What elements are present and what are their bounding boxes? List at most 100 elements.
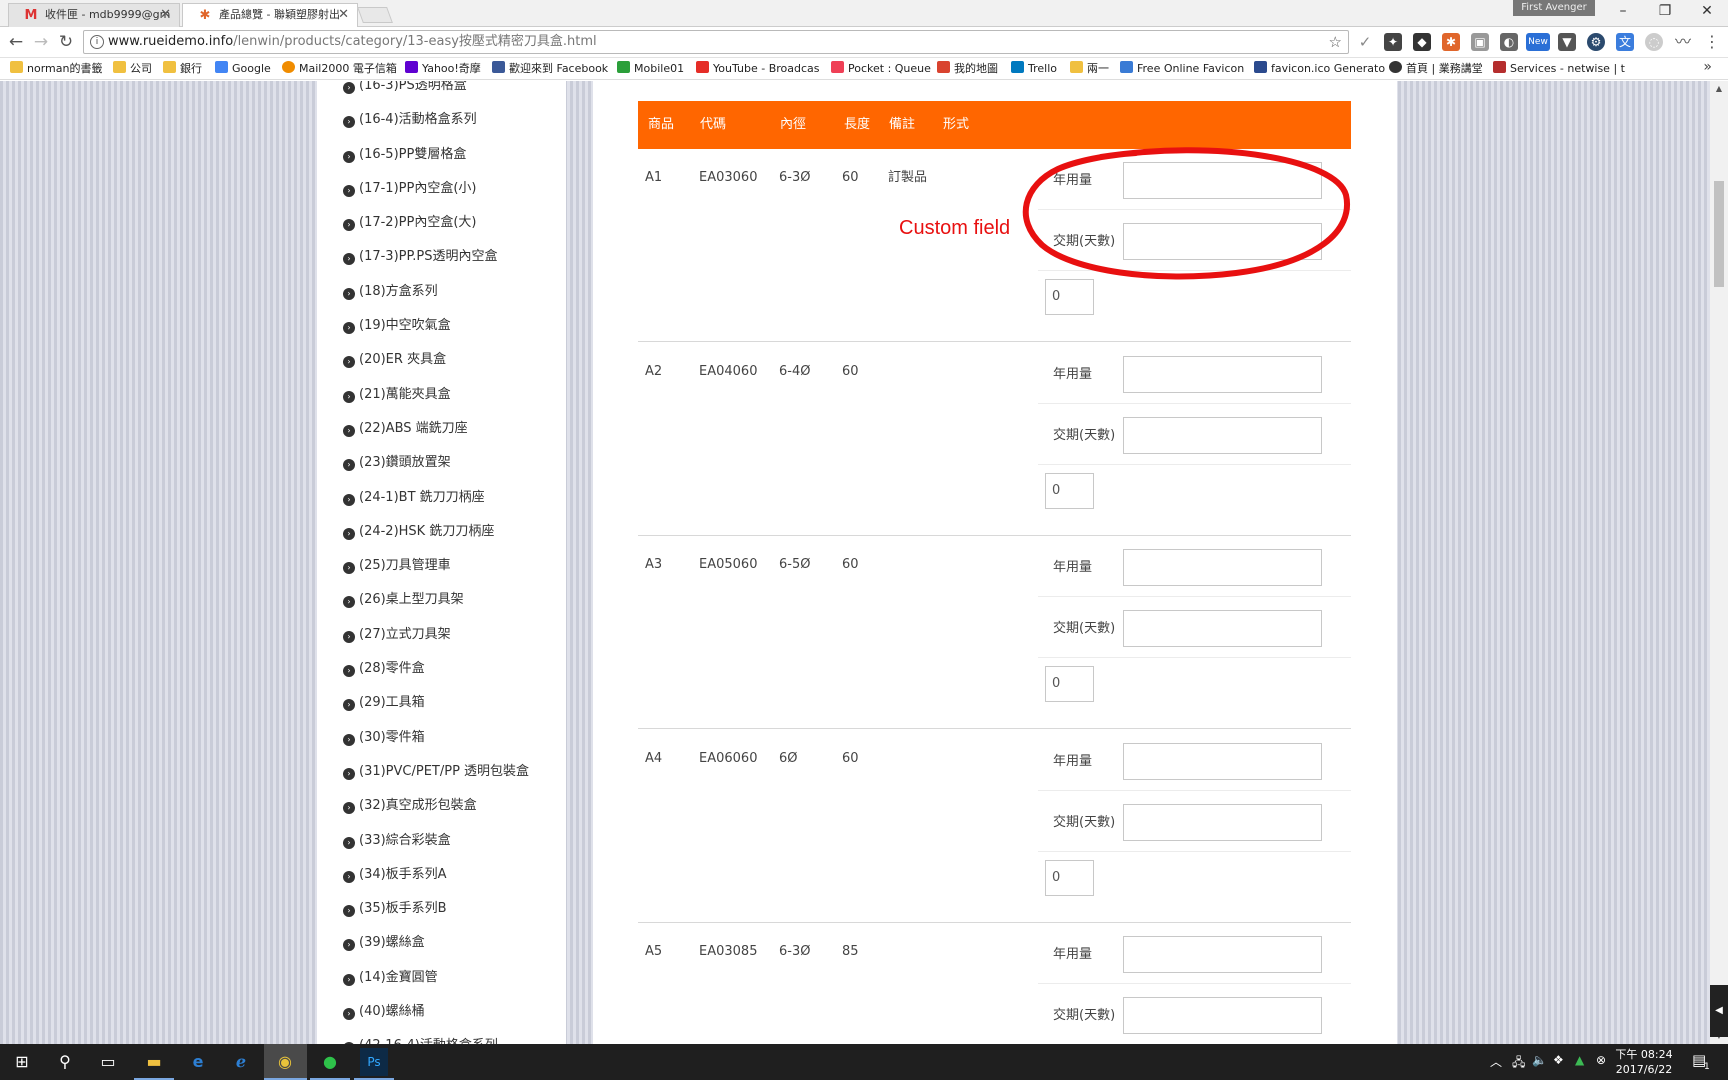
sidebar-category-item[interactable]: › (33)綜合彩裝盒 [343,824,529,858]
quantity-input[interactable]: 0 [1045,666,1094,702]
dropbox-icon[interactable]: ❖ [1553,1053,1564,1067]
tab-products[interactable]: ✱ 產品總覽 - 聯穎塑膠射出 ✕ [182,3,358,27]
sidebar-category-item[interactable]: › (22)ABS 端銑刀座 [343,412,529,446]
check-extension-icon[interactable]: ✓ [1356,33,1374,51]
scroll-up-icon[interactable]: ▲ [1710,81,1728,97]
annual-usage-input[interactable] [1123,355,1322,393]
bookmark-item[interactable]: 兩一 [1070,61,1109,77]
annual-usage-input[interactable] [1123,742,1322,780]
sidebar-category-item[interactable]: › (32)真空成形包裝盒 [343,789,529,823]
bookmark-item[interactable]: 首頁 | 業務講堂 [1389,61,1483,77]
bookmark-item[interactable]: 歡迎來到 Facebook [492,61,608,77]
minimize-icon[interactable]: – [1602,0,1644,22]
bookmark-item[interactable]: Trello [1011,61,1057,77]
sidebar-category-item[interactable]: › (30)零件箱 [343,721,529,755]
tab-gmail[interactable]: M 收件匣 - mdb9999@gm ✕ [8,3,180,27]
lead-time-input[interactable] [1123,997,1322,1034]
network-icon[interactable]: 🖧 [1512,1053,1525,1074]
windows-start-icon[interactable]: ⊞ [8,1048,36,1076]
bookmark-item[interactable]: Yahoo!奇摩 [405,61,481,77]
bookmark-item[interactable]: Pocket : Queue [831,61,931,77]
sidebar-category-item[interactable]: › (27)立式刀具架 [343,618,529,652]
line-icon[interactable]: ● [316,1048,344,1076]
bookmark-item[interactable]: 銀行 [163,61,202,77]
photoshop-icon[interactable]: Ps [360,1048,388,1076]
file-explorer-icon[interactable]: ▬ [140,1048,168,1076]
close-icon[interactable]: ✕ [160,4,171,26]
extension-icon[interactable]: ✦ [1384,33,1402,51]
sidebar-category-item[interactable]: › (31)PVC/PET/PP 透明包裝盒 [343,755,529,789]
back-icon[interactable]: ← [5,31,27,53]
sidebar-category-item[interactable]: › (16-5)PP雙層格盒 [343,138,529,172]
chrome-icon[interactable]: ◉ [271,1048,299,1076]
sidebar-category-item[interactable]: › (19)中空吹氣盒 [343,309,529,343]
extension-icon[interactable]: ⚙ [1587,33,1605,51]
tray-app-icon[interactable]: ⊗ [1596,1053,1606,1067]
sidebar-category-item[interactable]: › (23)鑽頭放置架 [343,446,529,480]
bookmark-item[interactable]: YouTube - Broadcas [696,61,820,77]
annual-usage-input[interactable] [1123,549,1322,586]
bookmark-item[interactable]: favicon.ico Generato [1254,61,1385,77]
extension-icon[interactable]: ◆ [1413,33,1431,51]
star-icon[interactable]: ☆ [1329,31,1342,53]
quantity-input[interactable]: 0 [1045,472,1094,509]
sidebar-category-item[interactable]: › (39)螺絲盒 [343,926,529,960]
sidebar-category-item[interactable]: › (18)方盒系列 [343,275,529,309]
reload-icon[interactable]: ↻ [55,31,77,53]
info-icon[interactable]: i [90,35,104,49]
bookmark-item[interactable]: norman的書籤 [10,61,102,77]
profile-badge[interactable]: First Avenger [1513,0,1595,16]
extension-icon[interactable]: ▣ [1471,33,1489,51]
sidebar-category-item[interactable]: › (25)刀具管理車 [343,549,529,583]
sidebar-category-item[interactable]: › (40)螺絲桶 [343,995,529,1029]
new-extension-icon[interactable]: New [1526,33,1550,51]
annual-usage-input[interactable] [1123,936,1322,973]
bookmark-item[interactable]: Google [215,61,271,77]
new-tab-button[interactable] [357,7,393,23]
sidebar-category-item[interactable]: › (17-3)PP.PS透明內空盒 [343,240,529,274]
pocket-extension-icon[interactable]: ▼ [1558,33,1576,51]
restore-icon[interactable]: ❐ [1644,0,1686,22]
sidebar-category-item[interactable]: › (16-4)活動格盒系列 [343,103,529,137]
volume-icon[interactable]: 🔈 [1532,1053,1547,1067]
sidebar-category-item[interactable]: › (17-2)PP內空盒(大) [343,206,529,240]
sidebar-category-item[interactable]: › (34)板手系列A [343,858,529,892]
bookmark-item[interactable]: 公司 [113,61,152,77]
search-icon[interactable]: ⚲ [51,1048,79,1076]
google-drive-icon[interactable]: ▲ [1575,1053,1584,1067]
more-bookmarks-icon[interactable]: » [1703,59,1712,75]
quantity-input[interactable]: 0 [1045,859,1094,896]
extension-icon[interactable]: ◐ [1500,33,1518,51]
address-bar[interactable]: i www.rueidemo.info/lenwin/products/cate… [83,30,1349,54]
clock[interactable]: 下午 08:24 2017/6/22 [1614,1047,1674,1077]
close-icon[interactable]: ✕ [338,4,349,26]
sidebar-category-item[interactable]: › (16-3)PS透明格盒 [343,81,529,103]
sidebar-category-item[interactable]: › (29)工具箱 [343,686,529,720]
sidebar-category-item[interactable]: › (35)板手系列B [343,892,529,926]
edge-icon[interactable]: e [184,1048,212,1076]
bookmark-item[interactable]: Mobile01 [617,61,684,77]
bookmark-item[interactable]: Mail2000 電子信箱 [282,61,397,77]
sidebar-category-item[interactable]: › (17-1)PP內空盒(小) [343,172,529,206]
task-view-icon[interactable]: ▭ [94,1048,122,1076]
sidebar-category-item[interactable]: › (21)萬能夾具盒 [343,378,529,412]
sidebar-category-item[interactable]: › (24-2)HSK 銑刀刀柄座 [343,515,529,549]
lead-time-input[interactable] [1123,610,1322,647]
bookmark-item[interactable]: 我的地圖 [937,61,998,77]
bookmark-item[interactable]: Free Online Favicon [1120,61,1244,77]
sidebar-category-item[interactable]: › (28)零件盒 [343,652,529,686]
bookmark-item[interactable]: Services - netwise | t [1493,61,1625,77]
sidebar-category-item[interactable]: › (24-1)BT 銑刀刀柄座 [343,481,529,515]
forward-icon[interactable]: → [30,31,52,53]
tray-chevron-icon[interactable]: ︿ [1490,1053,1502,1070]
menu-icon[interactable]: ⋮ [1703,33,1721,51]
sidebar-category-item[interactable]: › (14)金寶圓管 [343,961,529,995]
joomla-extension-icon[interactable]: ✱ [1442,33,1460,51]
lead-time-input[interactable] [1123,416,1322,454]
close-window-icon[interactable]: ✕ [1686,0,1728,22]
side-panel-toggle-icon[interactable]: ◀ [1710,985,1728,1037]
scrollbar-thumb[interactable] [1714,181,1724,287]
sidebar-category-item[interactable]: › (26)桌上型刀具架 [343,583,529,617]
translate-icon[interactable]: 文 [1616,33,1634,51]
sidebar-category-item[interactable]: ›(42-16-4)活動格盒系列 [343,1029,529,1044]
